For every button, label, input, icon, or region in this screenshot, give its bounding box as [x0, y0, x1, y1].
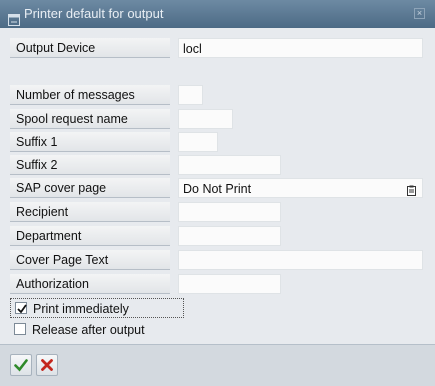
recipient-input[interactable] — [178, 202, 281, 222]
department-input[interactable] — [178, 226, 281, 246]
spool-request-name-input[interactable] — [178, 109, 233, 129]
output-device-input[interactable]: locl — [178, 38, 423, 58]
cover-page-text-label: Cover Page Text — [10, 250, 170, 270]
cancel-button[interactable] — [36, 354, 58, 376]
number-of-messages-label: Number of messages — [10, 85, 170, 105]
close-icon[interactable]: × — [414, 8, 425, 19]
sap-cover-page-label: SAP cover page — [10, 178, 170, 198]
cancel-icon — [41, 359, 53, 371]
print-immediately-box[interactable] — [15, 302, 27, 314]
button-bar — [0, 344, 435, 386]
release-after-output-box[interactable] — [14, 323, 26, 335]
department-label: Department — [10, 226, 170, 246]
recipient-label: Recipient — [10, 202, 170, 222]
print-dialog: Printer default for output × Output Devi… — [0, 0, 435, 386]
title-bar: Printer default for output × — [0, 0, 435, 28]
print-immediately-label: Print immediately — [33, 302, 129, 316]
release-after-output-label: Release after output — [32, 323, 145, 337]
confirm-button[interactable] — [10, 354, 32, 376]
suffix2-label: Suffix 2 — [10, 155, 170, 175]
window-title: Printer default for output — [24, 6, 164, 21]
window-icon — [8, 8, 20, 26]
print-immediately-checkbox[interactable]: Print immediately — [10, 298, 184, 318]
sap-cover-page-select[interactable]: Do Not Print — [178, 178, 423, 198]
sap-cover-page-value: Do Not Print — [183, 182, 252, 196]
checkmark-icon — [14, 359, 28, 372]
value-help-icon[interactable] — [407, 182, 416, 196]
suffix1-input[interactable] — [178, 132, 218, 152]
checkmark-icon — [17, 304, 27, 314]
number-of-messages-input[interactable] — [178, 85, 203, 105]
suffix1-label: Suffix 1 — [10, 132, 170, 152]
cover-page-text-input[interactable] — [178, 250, 423, 270]
suffix2-input[interactable] — [178, 155, 281, 175]
release-after-output-checkbox[interactable]: Release after output — [10, 320, 184, 340]
authorization-label: Authorization — [10, 274, 170, 294]
form-area: Output Device locl Number of messages Sp… — [0, 28, 435, 344]
spool-request-name-label: Spool request name — [10, 109, 170, 129]
output-device-label: Output Device — [10, 38, 170, 58]
authorization-input[interactable] — [178, 274, 281, 294]
